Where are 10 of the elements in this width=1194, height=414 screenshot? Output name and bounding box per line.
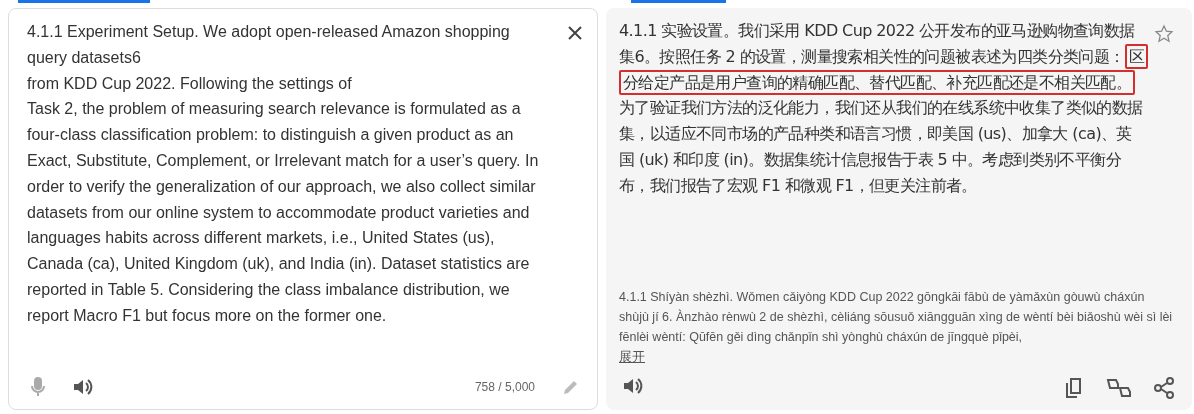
romanization-text: 4.1.1 Shíyàn shèzhì. Wǒmen cǎiyòng KDD Cup 2022 gōngkāi fābù de yàmǎxùn gòuwù cháxún shùjù jí 6. Ànzhào rènwù 2 de shèzhì, cèliáng sōusuǒ xiāngguān xìng de wèntí bèi biǎoshù wèi sì lèi fēnlèi wèntí: Qūfēn gěi dìng chǎnpǐn shì yònghù cháxún de jīngquè pǐpèi, [619, 289, 1174, 346]
close-icon[interactable] [567, 25, 583, 41]
speaker-icon[interactable] [623, 377, 643, 395]
copy-icon[interactable] [1066, 378, 1084, 398]
character-count: 758 / 5,000 [474, 380, 535, 394]
source-text-field[interactable]: 4.1.1 Experiment Setup. We adopt open-released Amazon shopping query datasets6 from KDD Cup 2022. Following the settings of Task 2, the problem of measuring search relevance is formulated as a four-class classification problem: to distinguish a given product as an Exact, Substitute, Complement, or Irrelevant match for a user’s query. In order to verify the generalization of our approach, we also collect similar datasets from our online system to accommodate product varieties and languages habits across different markets, i.e., United States (us), Canada (ca), United Kingdom (uk), and India (in). Dataset statistics are reported in Table 5. Considering the class imbalance distribution, we report Macro F1 but focus more on the former one. [27, 19, 547, 329]
star-icon[interactable] [1154, 24, 1174, 44]
expand-link[interactable]: 展开 [619, 348, 645, 366]
speaker-icon[interactable] [73, 378, 93, 396]
share-icon[interactable] [1154, 377, 1174, 399]
